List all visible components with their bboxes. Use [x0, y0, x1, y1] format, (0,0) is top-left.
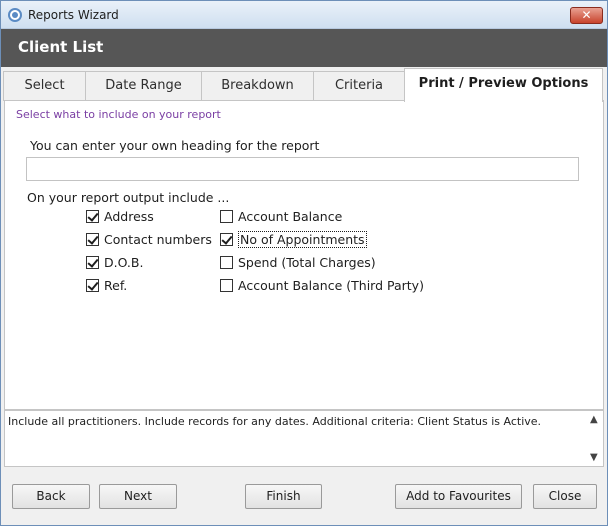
print-preview-panel: Select what to include on your report Yo…	[4, 100, 604, 410]
checkbox-account-balance-label: Account Balance	[238, 208, 343, 224]
add-to-favourites-button[interactable]: Add to Favourites	[395, 484, 522, 509]
tab-criteria[interactable]: Criteria	[313, 71, 405, 101]
tab-select[interactable]: Select	[3, 71, 86, 101]
checkbox-no-of-appointments-label: No of Appointments	[238, 230, 367, 248]
report-header: Client List	[1, 29, 607, 67]
window-close-button[interactable]: ✕	[570, 7, 603, 24]
wizard-tabs: Select Date Range Breakdown Criteria Pri…	[1, 67, 607, 102]
checkbox-no-of-appointments[interactable]: No of Appointments	[220, 230, 367, 248]
window-title: Reports Wizard	[28, 8, 119, 22]
checkbox-spend-total-charges-box[interactable]	[220, 255, 233, 269]
next-button[interactable]: Next	[99, 484, 177, 509]
report-title: Client List	[18, 38, 104, 56]
checkbox-dob-label: D.O.B.	[104, 254, 144, 270]
checkbox-account-balance-third-party-label: Account Balance (Third Party)	[238, 277, 424, 293]
finish-button[interactable]: Finish	[245, 484, 322, 509]
checkbox-ref-label: Ref.	[104, 277, 128, 293]
instruction-text: Select what to include on your report	[16, 108, 221, 121]
checkbox-spend-total-charges[interactable]: Spend (Total Charges)	[220, 253, 376, 271]
checkbox-account-balance[interactable]: Account Balance	[220, 207, 342, 225]
checkbox-spend-total-charges-label: Spend (Total Charges)	[238, 254, 376, 270]
checkbox-dob[interactable]: D.O.B.	[86, 253, 143, 271]
tab-print-preview-options[interactable]: Print / Preview Options	[404, 68, 603, 102]
include-label: On your report output include ...	[27, 190, 230, 205]
close-button[interactable]: Close	[533, 484, 597, 509]
checkbox-ref-box[interactable]	[86, 278, 99, 292]
tab-date-range[interactable]: Date Range	[85, 71, 202, 101]
app-icon	[8, 8, 22, 22]
checkbox-ref[interactable]: Ref.	[86, 276, 127, 294]
tab-breakdown[interactable]: Breakdown	[201, 71, 314, 101]
checkbox-contact-numbers[interactable]: Contact numbers	[86, 230, 212, 248]
back-button[interactable]: Back	[12, 484, 90, 509]
checkbox-address-box[interactable]	[86, 209, 99, 223]
heading-label: You can enter your own heading for the r…	[30, 138, 320, 153]
scroll-down-icon[interactable]: ▼	[590, 452, 598, 463]
checkbox-account-balance-third-party-box[interactable]	[220, 278, 233, 292]
report-heading-input[interactable]	[26, 157, 579, 181]
checkbox-dob-box[interactable]	[86, 255, 99, 269]
scroll-up-icon[interactable]: ▲	[590, 414, 598, 425]
checkbox-address[interactable]: Address	[86, 207, 154, 225]
title-bar: Reports Wizard ✕	[1, 1, 607, 29]
checkbox-contact-numbers-box[interactable]	[86, 232, 99, 246]
checkbox-account-balance-box[interactable]	[220, 209, 233, 223]
checkbox-no-of-appointments-box[interactable]	[220, 232, 233, 246]
checkbox-contact-numbers-label: Contact numbers	[104, 231, 212, 247]
checkbox-address-label: Address	[104, 208, 154, 224]
checkbox-account-balance-third-party[interactable]: Account Balance (Third Party)	[220, 276, 424, 294]
criteria-summary-box[interactable]: Include all practitioners. Include recor…	[4, 410, 604, 467]
criteria-summary-text: Include all practitioners. Include recor…	[8, 415, 542, 428]
reports-wizard-window: Reports Wizard ✕ Client List Select Date…	[0, 0, 608, 526]
